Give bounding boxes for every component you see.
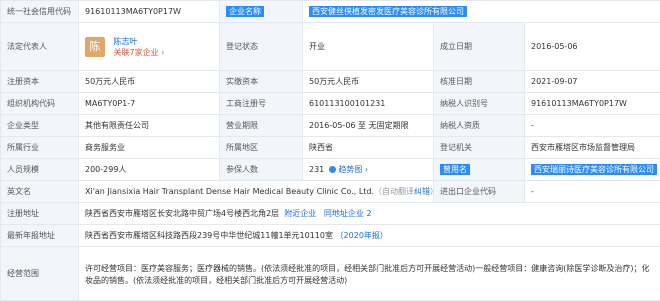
type-label: 企业类型 <box>0 114 79 137</box>
scope-label: 经营范围 <box>0 246 79 301</box>
paid-capital-label: 实缴资本 <box>219 70 303 93</box>
address-value: 陕西省西安市雁塔区长安北路中贸广场4号楼西北角2层 <box>85 209 280 218</box>
reg-status-label: 登记状态 <box>219 22 303 71</box>
region-value: 陕西省 <box>302 136 434 159</box>
former-name-label: 曾用名 <box>440 164 470 175</box>
reg-capital-label: 注册资本 <box>0 70 79 93</box>
staff-value: 200-299人 <box>78 158 220 181</box>
org-code-label: 组织机构代码 <box>0 92 79 115</box>
founded-label: 成立日期 <box>433 22 525 71</box>
correction-link[interactable]: 纠错 <box>414 187 430 196</box>
company-name-value: 西安健丝侠植发密发医疗美容诊所有限公司 <box>309 6 467 17</box>
import-export-value: - <box>524 180 660 203</box>
english-note: （自动翻译 <box>374 187 415 196</box>
english-close: ） <box>430 187 432 196</box>
taxpayer-id-label: 纳税人识别号 <box>433 92 525 115</box>
reg-status-value: 开业 <box>302 22 434 71</box>
approved-label: 核准日期 <box>433 70 525 93</box>
nearby-companies-link[interactable]: 附近企业 <box>284 209 316 218</box>
founded-value: 2016-05-06 <box>524 22 660 71</box>
related-companies-link[interactable]: 关联7家企业 › <box>114 47 165 58</box>
paid-capital-value: 50万元人民币 <box>302 70 434 93</box>
trend-link[interactable]: 趋势图 › <box>338 165 368 174</box>
term-label: 营业期限 <box>219 114 303 137</box>
industry-label: 所属行业 <box>0 136 79 159</box>
org-code-value: MA6TY0P1-7 <box>78 92 220 115</box>
annual-label: 最新年报地址 <box>0 224 79 247</box>
industry-value: 商务服务业 <box>78 136 220 159</box>
credit-code-label: 统一社会信用代码 <box>0 0 79 23</box>
company-info-table: 统一社会信用代码 91610113MA6TY0P17W 企业名称 西安健丝侠植发… <box>0 0 660 301</box>
biz-reg-value: 610113100101231 <box>302 92 434 115</box>
biz-reg-label: 工商注册号 <box>219 92 303 115</box>
reg-capital-value: 50万元人民币 <box>78 70 220 93</box>
region-label: 所属地区 <box>219 136 303 159</box>
staff-label: 人员规模 <box>0 158 79 181</box>
taxpayer-qual-value: - <box>524 114 660 137</box>
legal-rep-cell: 陈 陈志叶 关联7家企业 › <box>78 22 220 71</box>
insured-label: 参保人数 <box>219 158 303 181</box>
same-address-link[interactable]: 同地址企业 2 <box>324 209 372 218</box>
english-value: Xi'an Jiansixia Hair Transplant Dense Ha… <box>85 187 375 196</box>
authority-label: 登记机关 <box>433 136 525 159</box>
taxpayer-id-value: 91610113MA6TY0P17W <box>524 92 660 115</box>
credit-code-value: 91610113MA6TY0P17W <box>78 0 220 23</box>
import-export-label: 进出口企业代码 <box>433 180 525 203</box>
company-name-label: 企业名称 <box>226 6 264 17</box>
legal-rep-label: 法定代表人 <box>0 22 79 71</box>
address-label: 注册地址 <box>0 202 79 225</box>
authority-value: 西安市雁塔区市场监督管理局 <box>524 136 660 159</box>
taxpayer-qual-label: 纳税人资质 <box>433 114 525 137</box>
avatar: 陈 <box>85 36 105 57</box>
legal-rep-name-link[interactable]: 陈志叶 <box>114 36 165 47</box>
annual-report-link[interactable]: （2020年报） <box>336 231 388 240</box>
annual-value: 陕西省西安市雁塔区科技路西段239号中华世纪城11幢1单元10110室 <box>85 231 333 240</box>
chart-icon <box>329 166 337 173</box>
approved-value: 2021-09-07 <box>524 70 660 93</box>
insured-value: 231 <box>309 165 325 174</box>
english-label: 英文名 <box>0 180 79 203</box>
term-value: 2016-05-06 至 无固定期限 <box>302 114 434 137</box>
former-name-value: 西安瑞丽诗医疗美容诊所有限公司 <box>531 164 657 175</box>
scope-value: 许可经营项目：医疗美容服务；医疗器械的销售。(依法须经批准的项目，经相关部门批准… <box>78 246 660 301</box>
type-value: 其他有限责任公司 <box>78 114 220 137</box>
